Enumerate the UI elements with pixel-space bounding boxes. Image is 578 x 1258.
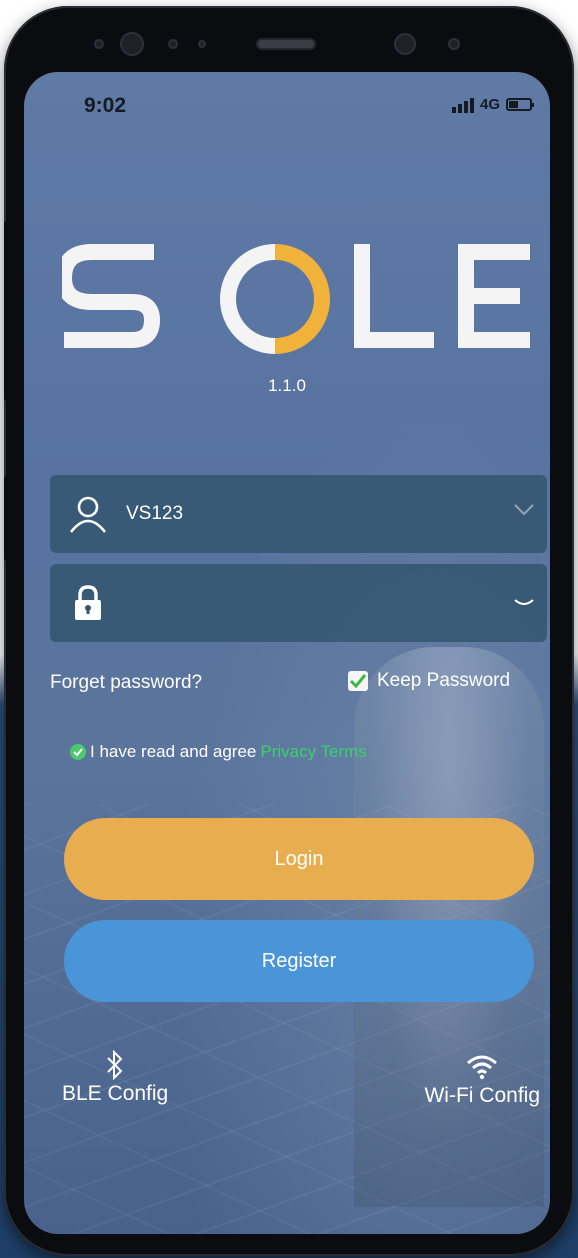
volume-button [4, 221, 12, 401]
sensor-dot [94, 39, 104, 49]
check-circle-icon[interactable] [70, 744, 86, 760]
privacy-terms-link[interactable]: Privacy Terms [260, 742, 366, 762]
phone-frame: 9:02 4G 1.1.0 VS123 Forget password? Kee… [4, 6, 574, 1256]
username-field[interactable]: VS123 [50, 475, 547, 553]
ble-config-label: BLE Config [62, 1082, 169, 1105]
eye-closed-icon[interactable] [513, 598, 535, 608]
wifi-icon [466, 1050, 498, 1084]
wifi-config-button[interactable]: Wi-Fi Config [424, 1050, 540, 1108]
top-bezel [4, 6, 574, 68]
username-value[interactable]: VS123 [126, 503, 183, 525]
battery-icon [506, 98, 534, 111]
chevron-down-icon[interactable] [513, 503, 535, 517]
wifi-config-label: Wi-Fi Config [424, 1084, 540, 1107]
login-button[interactable]: Login [64, 818, 534, 900]
sensor-dot [448, 38, 460, 50]
keep-password-label: Keep Password [377, 670, 511, 691]
password-field[interactable] [50, 564, 547, 642]
front-camera [120, 32, 144, 56]
forget-password-link[interactable]: Forget password? [50, 672, 202, 694]
status-indicators: 4G [451, 96, 534, 113]
earpiece-speaker [256, 38, 316, 50]
status-time: 9:02 [84, 94, 127, 117]
sole-logo [62, 244, 530, 354]
app-version: 1.1.0 [268, 376, 306, 395]
sensor-dot [168, 39, 178, 49]
keep-password-toggle[interactable]: Keep Password [348, 670, 510, 692]
bluetooth-icon [105, 1048, 125, 1082]
user-icon [50, 494, 126, 534]
agreement-text: I have read and agree [90, 742, 257, 761]
agreement-row[interactable]: I have read and agree Privacy Terms [70, 742, 367, 762]
checkbox-checked-icon[interactable] [348, 671, 368, 691]
app-screen: 9:02 4G 1.1.0 VS123 Forget password? Kee… [24, 72, 550, 1234]
ble-config-button[interactable]: BLE Config [62, 1048, 168, 1106]
power-button [4, 476, 12, 561]
signal-bars-icon [451, 97, 474, 113]
iris-camera [394, 33, 416, 55]
lock-icon [50, 585, 126, 621]
network-type: 4G [479, 96, 500, 113]
sensor-dot [198, 40, 206, 48]
register-button[interactable]: Register [64, 920, 534, 1002]
